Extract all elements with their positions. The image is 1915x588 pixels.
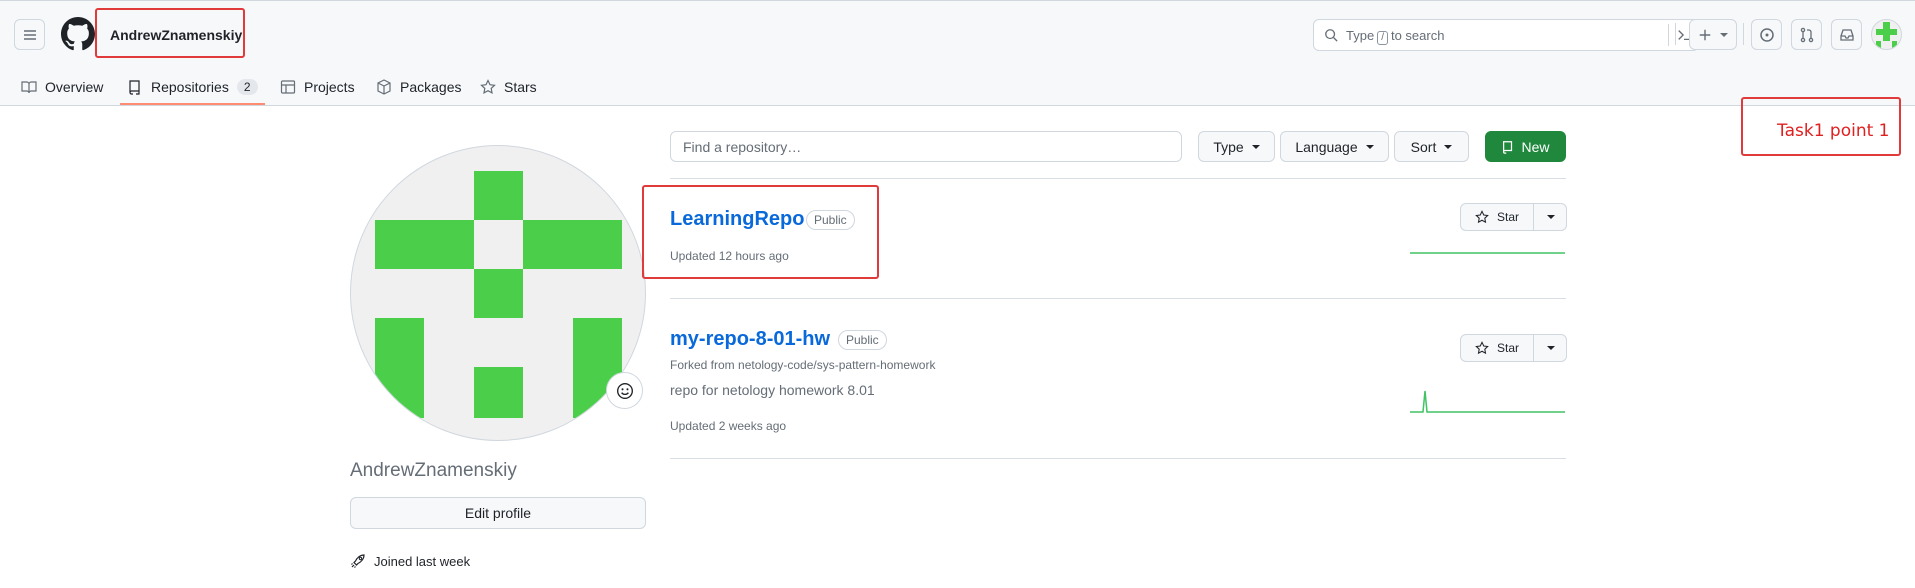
top-header: AndrewZnamenskiy Type / to search Overview <box>0 0 1915 106</box>
star-list-dropdown[interactable] <box>1534 204 1567 230</box>
hamburger-icon <box>23 29 36 40</box>
star-button-group: Star <box>1460 334 1567 362</box>
star-button-group: Star <box>1460 203 1567 231</box>
tab-packages[interactable]: Packages <box>376 67 461 107</box>
star-list-dropdown[interactable] <box>1534 335 1567 361</box>
new-button-label: New <box>1521 138 1550 155</box>
tab-repositories[interactable]: Repositories 2 <box>127 67 258 107</box>
inbox-icon <box>1839 28 1854 41</box>
sort-filter-button[interactable]: Sort <box>1394 131 1469 162</box>
header-username[interactable]: AndrewZnamenskiy <box>110 27 242 43</box>
annotation-text: Task1 point 1 <box>1777 121 1890 141</box>
search-placeholder-post: to search <box>1390 28 1445 43</box>
updated-text: Updated 2 weeks ago <box>670 419 787 433</box>
chevron-down-icon <box>1365 144 1374 149</box>
divider <box>670 178 1566 179</box>
book-icon <box>21 81 37 94</box>
smiley-icon <box>616 382 633 399</box>
star-label: Star <box>1496 210 1519 224</box>
activity-sparkline <box>1410 390 1565 413</box>
tab-label: Packages <box>400 79 462 95</box>
repo-description: repo for netology homework 8.01 <box>670 382 875 398</box>
find-repository-field[interactable] <box>670 131 1182 162</box>
search-placeholder: Type / to search <box>1346 28 1444 45</box>
slash-key: / <box>1377 31 1388 45</box>
issues-button[interactable] <box>1751 19 1782 50</box>
search-icon <box>1325 29 1338 42</box>
chevron-down-icon <box>1546 215 1555 219</box>
repo-name-link[interactable]: my-repo-8-01-hw <box>670 328 830 351</box>
joined-info: Joined last week <box>350 553 470 569</box>
chevron-down-icon <box>1444 144 1453 149</box>
set-status-button[interactable] <box>606 372 643 409</box>
sort-filter-label: Sort <box>1410 138 1437 155</box>
search-placeholder-pre: Type <box>1346 28 1375 43</box>
tab-overview[interactable]: Overview <box>21 67 103 107</box>
visibility-badge: Public <box>806 210 855 230</box>
search-input[interactable]: Type / to search <box>1313 19 1699 51</box>
new-repository-button[interactable]: New <box>1485 131 1566 162</box>
star-button[interactable]: Star <box>1461 204 1534 230</box>
type-filter-label: Type <box>1213 138 1244 155</box>
forked-from-text[interactable]: Forked from netology-code/sys-pattern-ho… <box>670 358 935 372</box>
edit-profile-button[interactable]: Edit profile <box>350 497 646 529</box>
chevron-down-icon <box>1546 346 1555 350</box>
star-icon <box>1475 210 1489 224</box>
profile-name: AndrewZnamenskiy <box>350 460 517 481</box>
profile-avatar[interactable] <box>350 145 646 441</box>
language-filter-button[interactable]: Language <box>1280 131 1389 162</box>
repo-count-badge: 2 <box>236 79 258 95</box>
pull-requests-button[interactable] <box>1791 19 1822 50</box>
type-filter-button[interactable]: Type <box>1198 131 1275 162</box>
star-icon <box>480 79 496 95</box>
user-avatar[interactable] <box>1871 19 1902 50</box>
divider <box>1743 23 1744 45</box>
table-icon <box>280 80 296 94</box>
issue-icon <box>1759 27 1774 42</box>
star-button[interactable]: Star <box>1461 335 1534 361</box>
tab-label: Projects <box>304 79 355 95</box>
repo-highlight-box <box>642 185 879 279</box>
tab-label: Repositories <box>151 79 229 95</box>
plus-icon <box>1699 29 1711 40</box>
rocket-icon <box>351 554 365 568</box>
package-icon <box>377 79 391 95</box>
updated-text: Updated 12 hours ago <box>670 249 789 263</box>
language-filter-label: Language <box>1295 138 1358 155</box>
repo-icon <box>129 80 140 95</box>
divider <box>670 458 1566 459</box>
chevron-down-icon <box>1720 32 1728 37</box>
tab-label: Overview <box>45 79 104 95</box>
repo-name-link[interactable]: LearningRepo <box>670 208 804 231</box>
activity-sparkline <box>1410 252 1565 254</box>
active-tab-indicator <box>120 103 265 105</box>
tab-projects[interactable]: Projects <box>280 67 355 107</box>
divider <box>670 298 1566 299</box>
visibility-badge: Public <box>838 330 887 350</box>
inbox-button[interactable] <box>1831 19 1862 50</box>
tab-label: Stars <box>504 79 537 95</box>
menu-button[interactable] <box>14 19 45 50</box>
divider <box>1675 23 1676 45</box>
pull-request-icon <box>1800 27 1813 42</box>
github-logo-icon[interactable] <box>61 17 95 51</box>
tab-stars[interactable]: Stars <box>480 67 537 107</box>
repo-icon <box>1503 140 1513 154</box>
create-new-button[interactable] <box>1689 19 1737 50</box>
joined-text: Joined last week <box>374 553 471 569</box>
chevron-down-icon <box>1251 144 1260 149</box>
star-icon <box>1475 341 1489 355</box>
star-label: Star <box>1496 341 1519 355</box>
find-repository-input[interactable] <box>671 132 1181 161</box>
